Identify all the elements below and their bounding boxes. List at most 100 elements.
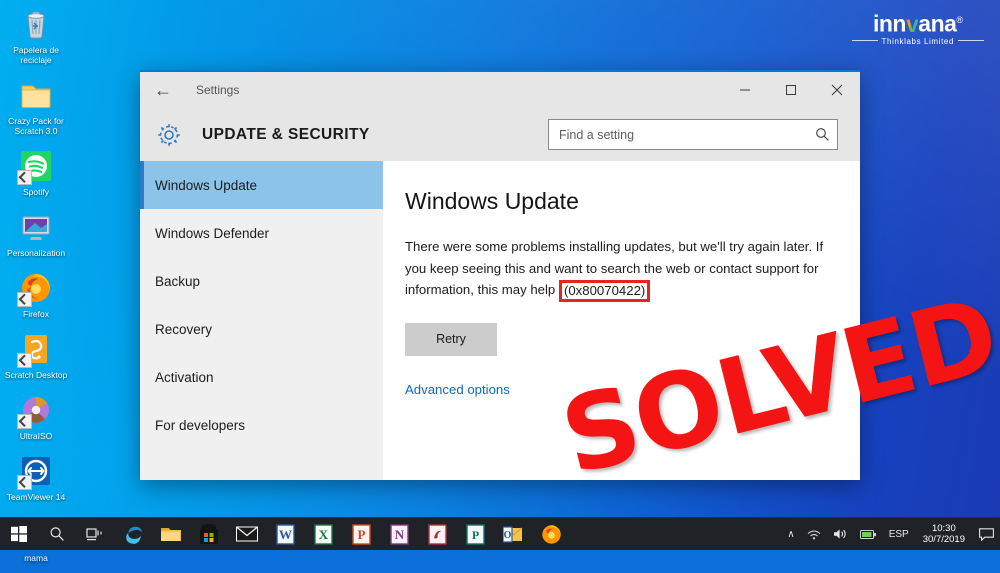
registered-mark-icon: ® xyxy=(956,15,963,25)
settings-header: UPDATE & SECURITY xyxy=(140,108,860,161)
innovana-logo: innvana® Thinklabs Limited xyxy=(848,8,988,46)
desktop-icon-label: Scratch Desktop xyxy=(4,370,68,380)
logo-rule-right xyxy=(958,39,984,41)
desktop-icon-scratch-desktop[interactable]: Scratch Desktop xyxy=(2,331,70,380)
search-button[interactable] xyxy=(38,518,76,550)
sidebar-item-label: Windows Defender xyxy=(155,225,270,241)
teamviewer-icon xyxy=(17,453,54,490)
publisher-button[interactable]: P xyxy=(456,518,494,550)
powerpoint-button[interactable]: P xyxy=(342,518,380,550)
page-title: UPDATE & SECURITY xyxy=(202,125,370,143)
logo-text-part2: ana xyxy=(918,10,957,37)
shortcut-arrow-icon xyxy=(17,475,32,490)
battery-icon[interactable] xyxy=(854,518,883,550)
clock-date: 30/7/2019 xyxy=(922,534,965,545)
desktop-icon-label: Firefox xyxy=(23,309,49,319)
gear-icon xyxy=(156,122,182,148)
desktop-icon-teamviewer[interactable]: TeamViewer 14 xyxy=(2,453,70,502)
desktop-icon-firefox[interactable]: Firefox xyxy=(2,270,70,319)
excel-button[interactable]: X xyxy=(304,518,342,550)
sidebar-item-label: Activation xyxy=(155,369,214,385)
access-button[interactable] xyxy=(418,518,456,550)
logo-tagline: Thinklabs Limited xyxy=(848,37,988,46)
clock[interactable]: 10:30 30/7/2019 xyxy=(915,523,973,545)
desktop-icon-recycle-bin[interactable]: Papelera de reciclaje xyxy=(2,6,70,65)
scratch-desktop-icon xyxy=(17,331,54,368)
spotify-icon xyxy=(17,148,54,185)
outlook-button[interactable]: O xyxy=(494,518,532,550)
settings-content: Windows Update There were some problems … xyxy=(383,161,860,480)
error-code-badge: (0x80070422) xyxy=(558,280,651,302)
desktop-icon-personalization[interactable]: Personalization xyxy=(2,209,70,258)
sidebar-item-label: For developers xyxy=(155,417,246,433)
sidebar-item-recovery[interactable]: Recovery xyxy=(140,305,383,353)
settings-sidebar: Windows Update Windows Defender Backup R… xyxy=(140,161,383,480)
firefox-button[interactable] xyxy=(532,518,570,550)
microsoft-store-button[interactable] xyxy=(190,518,228,550)
close-button[interactable] xyxy=(814,72,860,108)
desktop-icon-label: Crazy Pack for Scratch 3.0 xyxy=(8,116,64,136)
window-controls xyxy=(722,72,860,108)
search-box[interactable] xyxy=(548,119,838,150)
sidebar-item-label: Backup xyxy=(155,273,201,289)
system-tray: ∧ ESP 10:30 30/7/2019 xyxy=(781,518,1000,550)
maximize-button[interactable] xyxy=(768,72,814,108)
sidebar-item-for-developers[interactable]: For developers xyxy=(140,401,383,449)
content-title: Windows Update xyxy=(405,188,579,214)
mail-button[interactable] xyxy=(228,518,266,550)
retry-button[interactable]: Retry xyxy=(405,322,497,356)
taskbar: W X P N P O ∧ ESP 10:30 30/7/2019 xyxy=(0,517,1000,550)
search-input[interactable] xyxy=(549,120,807,149)
desktop-icon-label: UltraISO xyxy=(19,431,53,441)
logo-v-letter: v xyxy=(906,12,919,36)
svg-text:O: O xyxy=(503,530,511,541)
action-center-icon[interactable] xyxy=(973,518,1000,550)
search-area xyxy=(548,119,838,150)
language-indicator[interactable]: ESP xyxy=(883,518,915,550)
svg-text:W: W xyxy=(279,527,292,542)
ultraiso-icon xyxy=(17,392,54,429)
start-button[interactable] xyxy=(0,518,38,550)
svg-text:P: P xyxy=(471,528,478,542)
firefox-icon xyxy=(17,270,54,307)
tray-chevron-up-icon[interactable]: ∧ xyxy=(781,518,800,550)
shortcut-arrow-icon xyxy=(17,292,32,307)
desktop-icon-label: mama xyxy=(24,553,48,563)
window-titlebar: ← Settings xyxy=(140,72,860,108)
minimize-button[interactable] xyxy=(722,72,768,108)
desktop-icon-crazy-pack[interactable]: Crazy Pack for Scratch 3.0 xyxy=(2,77,70,136)
sidebar-item-windows-update[interactable]: Windows Update xyxy=(140,161,383,209)
logo-tagline-text: Thinklabs Limited xyxy=(881,36,954,46)
logo-text-part1: inn xyxy=(872,10,907,37)
settings-body: Windows Update Windows Defender Backup R… xyxy=(140,161,860,480)
desktop-icon-label: Spotify xyxy=(23,187,49,197)
onenote-button[interactable]: N xyxy=(380,518,418,550)
edge-button[interactable] xyxy=(114,518,152,550)
sidebar-item-backup[interactable]: Backup xyxy=(140,257,383,305)
desktop-icon-label: Papelera de reciclaje xyxy=(13,45,59,65)
volume-icon[interactable] xyxy=(827,518,854,550)
desktop-icon-label: Personalization xyxy=(6,248,66,258)
network-icon[interactable] xyxy=(801,518,827,550)
update-status-message: There were some problems installing upda… xyxy=(405,236,836,302)
file-explorer-button[interactable] xyxy=(152,518,190,550)
clock-time: 10:30 xyxy=(931,523,956,534)
desktop-icon-label: TeamViewer 14 xyxy=(6,492,66,502)
svg-text:P: P xyxy=(357,527,365,542)
back-button[interactable]: ← xyxy=(140,72,186,108)
advanced-options-link[interactable]: Advanced options xyxy=(405,382,510,397)
sidebar-item-label: Windows Update xyxy=(155,177,258,193)
word-button[interactable]: W xyxy=(266,518,304,550)
svg-text:X: X xyxy=(318,527,328,542)
personalization-icon xyxy=(18,209,54,245)
search-icon[interactable] xyxy=(807,127,837,142)
sidebar-item-windows-defender[interactable]: Windows Defender xyxy=(140,209,383,257)
desktop-icon-spotify[interactable]: Spotify xyxy=(2,148,70,197)
desktop-icon-grid: Papelera de reciclaje Crazy Pack for Scr… xyxy=(0,4,140,573)
recycle-bin-icon xyxy=(18,6,54,42)
sidebar-item-activation[interactable]: Activation xyxy=(140,353,383,401)
desktop-icon-ultraiso[interactable]: UltraISO xyxy=(2,392,70,441)
logo-rule-left xyxy=(851,39,878,41)
task-view-button[interactable] xyxy=(76,518,114,550)
settings-window: ← Settings UPDATE & SECURITY Find a sett… xyxy=(140,70,860,480)
